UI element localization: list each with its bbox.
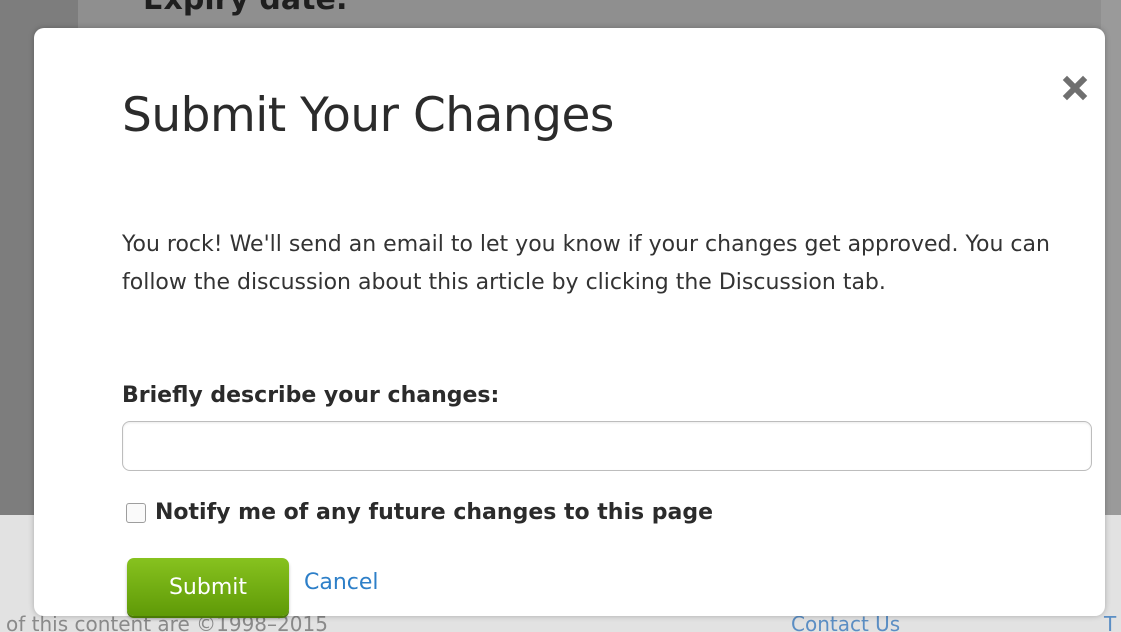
submit-button[interactable]: Submit [127, 558, 289, 616]
notify-checkbox[interactable] [126, 502, 146, 523]
page: Expiry date: of this content are ©1998–2… [0, 0, 1121, 632]
close-button[interactable] [1057, 70, 1093, 106]
close-x-icon [1062, 75, 1088, 101]
notify-label: Notify me of any future changes to this … [155, 500, 714, 525]
notify-option[interactable]: Notify me of any future changes to this … [126, 500, 713, 525]
footer-partial-link[interactable]: T [1104, 612, 1116, 632]
description-input[interactable] [122, 421, 1092, 471]
dialog-title: Submit Your Changes [122, 88, 614, 143]
dialog-message: You rock! We'll send an email to let you… [122, 232, 1050, 295]
submit-changes-dialog: Submit Your Changes You rock! We'll send… [34, 28, 1105, 616]
description-label: Briefly describe your changes: [122, 383, 500, 408]
cancel-link[interactable]: Cancel [304, 570, 379, 595]
background-heading: Expiry date: [143, 0, 348, 17]
